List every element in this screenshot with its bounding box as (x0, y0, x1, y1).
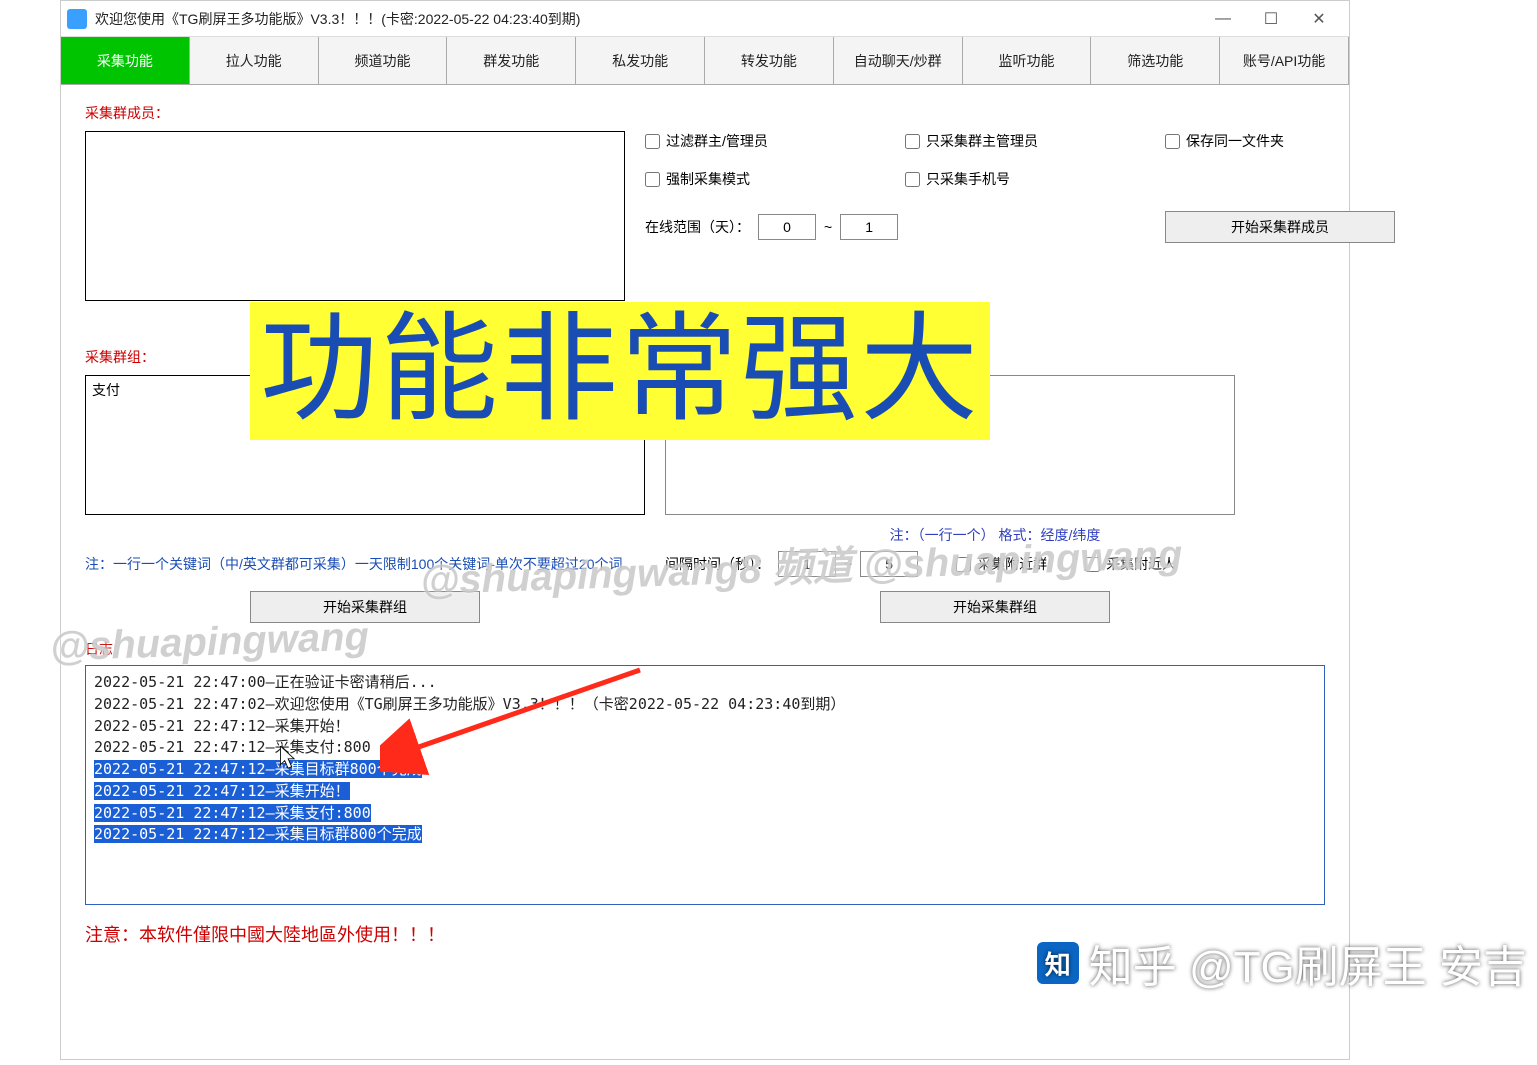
chk-near-people[interactable]: 采集附近人 (1085, 554, 1176, 574)
tab-invite[interactable]: 拉人功能 (190, 37, 319, 84)
range-sep: ~ (824, 219, 832, 235)
app-window: 欢迎您使用《TG刷屏王多功能版》V3.3！！！(卡密:2022-05-22 04… (60, 0, 1350, 1060)
tab-forward[interactable]: 转发功能 (705, 37, 834, 84)
interval-label: 间隔时间（秒）： (665, 554, 770, 574)
watermark-zhihu-text: 知乎 @TG刷屏王 安吉 (1089, 931, 1527, 995)
log-line: 2022-05-21 22:47:12—采集开始！ (94, 716, 1316, 738)
range-to-input[interactable] (840, 214, 898, 240)
chk-filter-admin[interactable]: 过滤群主/管理员 (645, 131, 875, 151)
tab-collect[interactable]: 采集功能 (61, 37, 190, 84)
tab-autochat[interactable]: 自动聊天/炒群 (834, 37, 963, 84)
watermark-zhihu: 知 知乎 @TG刷屏王 安吉 (1037, 931, 1527, 995)
chk-only-phone[interactable]: 只采集手机号 (905, 169, 1135, 189)
log-line: 2022-05-21 22:47:12—采集目标群800个完成 (94, 824, 1316, 846)
log-line: 2022-05-21 22:47:12—采集支付:800 (94, 737, 1316, 759)
log-line: 2022-05-21 22:47:02—欢迎您使用《TG刷屏王多功能版》V3.3… (94, 694, 1316, 716)
log-line: 2022-05-21 22:47:12—采集目标群800个完成 (94, 759, 1316, 781)
log-line: 2022-05-21 22:47:12—采集开始！ (94, 781, 1316, 803)
log-line: 2022-05-21 22:47:12—采集支付:800 (94, 803, 1316, 825)
tab-bar: 采集功能 拉人功能 频道功能 群发功能 私发功能 转发功能 自动聊天/炒群 监听… (61, 37, 1349, 85)
section-members: 采集群成员： 注：- 过滤群主/管理员 只采集群主管理员 保存同一文件夹 强制采… (85, 103, 1325, 331)
chk-only-admin[interactable]: 只采集群主管理员 (905, 131, 1135, 151)
chk-force-mode[interactable]: 强制采集模式 (645, 169, 875, 189)
content: 采集群成员： 注：- 过滤群主/管理员 只采集群主管理员 保存同一文件夹 强制采… (61, 85, 1349, 965)
maximize-button[interactable]: ☐ (1247, 4, 1295, 34)
titlebar-left: 欢迎您使用《TG刷屏王多功能版》V3.3！！！(卡密:2022-05-22 04… (67, 9, 580, 29)
tab-mass[interactable]: 群发功能 (447, 37, 576, 84)
window-controls: — ☐ ✕ (1199, 4, 1343, 34)
close-button[interactable]: ✕ (1295, 4, 1343, 34)
interval-from-input[interactable] (778, 551, 836, 577)
groups-note-left: 注：一行一个关键词（中/英文群都可采集）一天限制100个关键词-单次不要超过20… (85, 554, 645, 574)
start-collect-members-button[interactable]: 开始采集群成员 (1165, 211, 1395, 243)
range-label: 在线范围（天）： (645, 217, 750, 237)
start-collect-groups-right-button[interactable]: 开始采集群组 (880, 591, 1110, 623)
groups-value: 支付 (92, 382, 120, 398)
titlebar: 欢迎您使用《TG刷屏王多功能版》V3.3！！！(卡密:2022-05-22 04… (61, 1, 1349, 37)
tab-filter[interactable]: 筛选功能 (1091, 37, 1220, 84)
tab-channel[interactable]: 频道功能 (319, 37, 448, 84)
members-textarea[interactable] (85, 131, 625, 301)
tab-accounts[interactable]: 账号/API功能 (1220, 37, 1349, 84)
tab-private[interactable]: 私发功能 (576, 37, 705, 84)
groups-note-right: 注：（一行一个） 格式：经度/纬度 (665, 525, 1325, 545)
minimize-button[interactable]: — (1199, 4, 1247, 34)
chk-same-folder[interactable]: 保存同一文件夹 (1165, 131, 1395, 151)
start-collect-groups-left-button[interactable]: 开始采集群组 (250, 591, 480, 623)
log-box[interactable]: 2022-05-21 22:47:00—正在验证卡密请稍后...2022-05-… (85, 665, 1325, 905)
window-title: 欢迎您使用《TG刷屏王多功能版》V3.3！！！(卡密:2022-05-22 04… (95, 9, 580, 29)
interval-to-input[interactable] (860, 551, 918, 577)
zhihu-icon: 知 (1037, 942, 1079, 984)
cursor-icon (280, 746, 298, 770)
overlay-banner: 功能非常强大 (250, 302, 990, 440)
log-line: 2022-05-21 22:47:00—正在验证卡密请稍后... (94, 672, 1316, 694)
chk-near-group[interactable]: 采集附近群 (956, 554, 1047, 574)
log-heading: 日志： (85, 639, 1325, 659)
members-heading: 采集群成员： (85, 103, 1325, 123)
interval-sep: ~ (844, 556, 852, 572)
online-range-row: 在线范围（天）： ~ 开始采集群成员 (645, 211, 1395, 243)
members-checks: 过滤群主/管理员 只采集群主管理员 保存同一文件夹 强制采集模式 只采集手机号 (645, 123, 1395, 189)
tab-listen[interactable]: 监听功能 (963, 37, 1092, 84)
app-icon (67, 9, 87, 29)
section-log: 日志： 2022-05-21 22:47:00—正在验证卡密请稍后...2022… (85, 639, 1325, 905)
range-from-input[interactable] (758, 214, 816, 240)
